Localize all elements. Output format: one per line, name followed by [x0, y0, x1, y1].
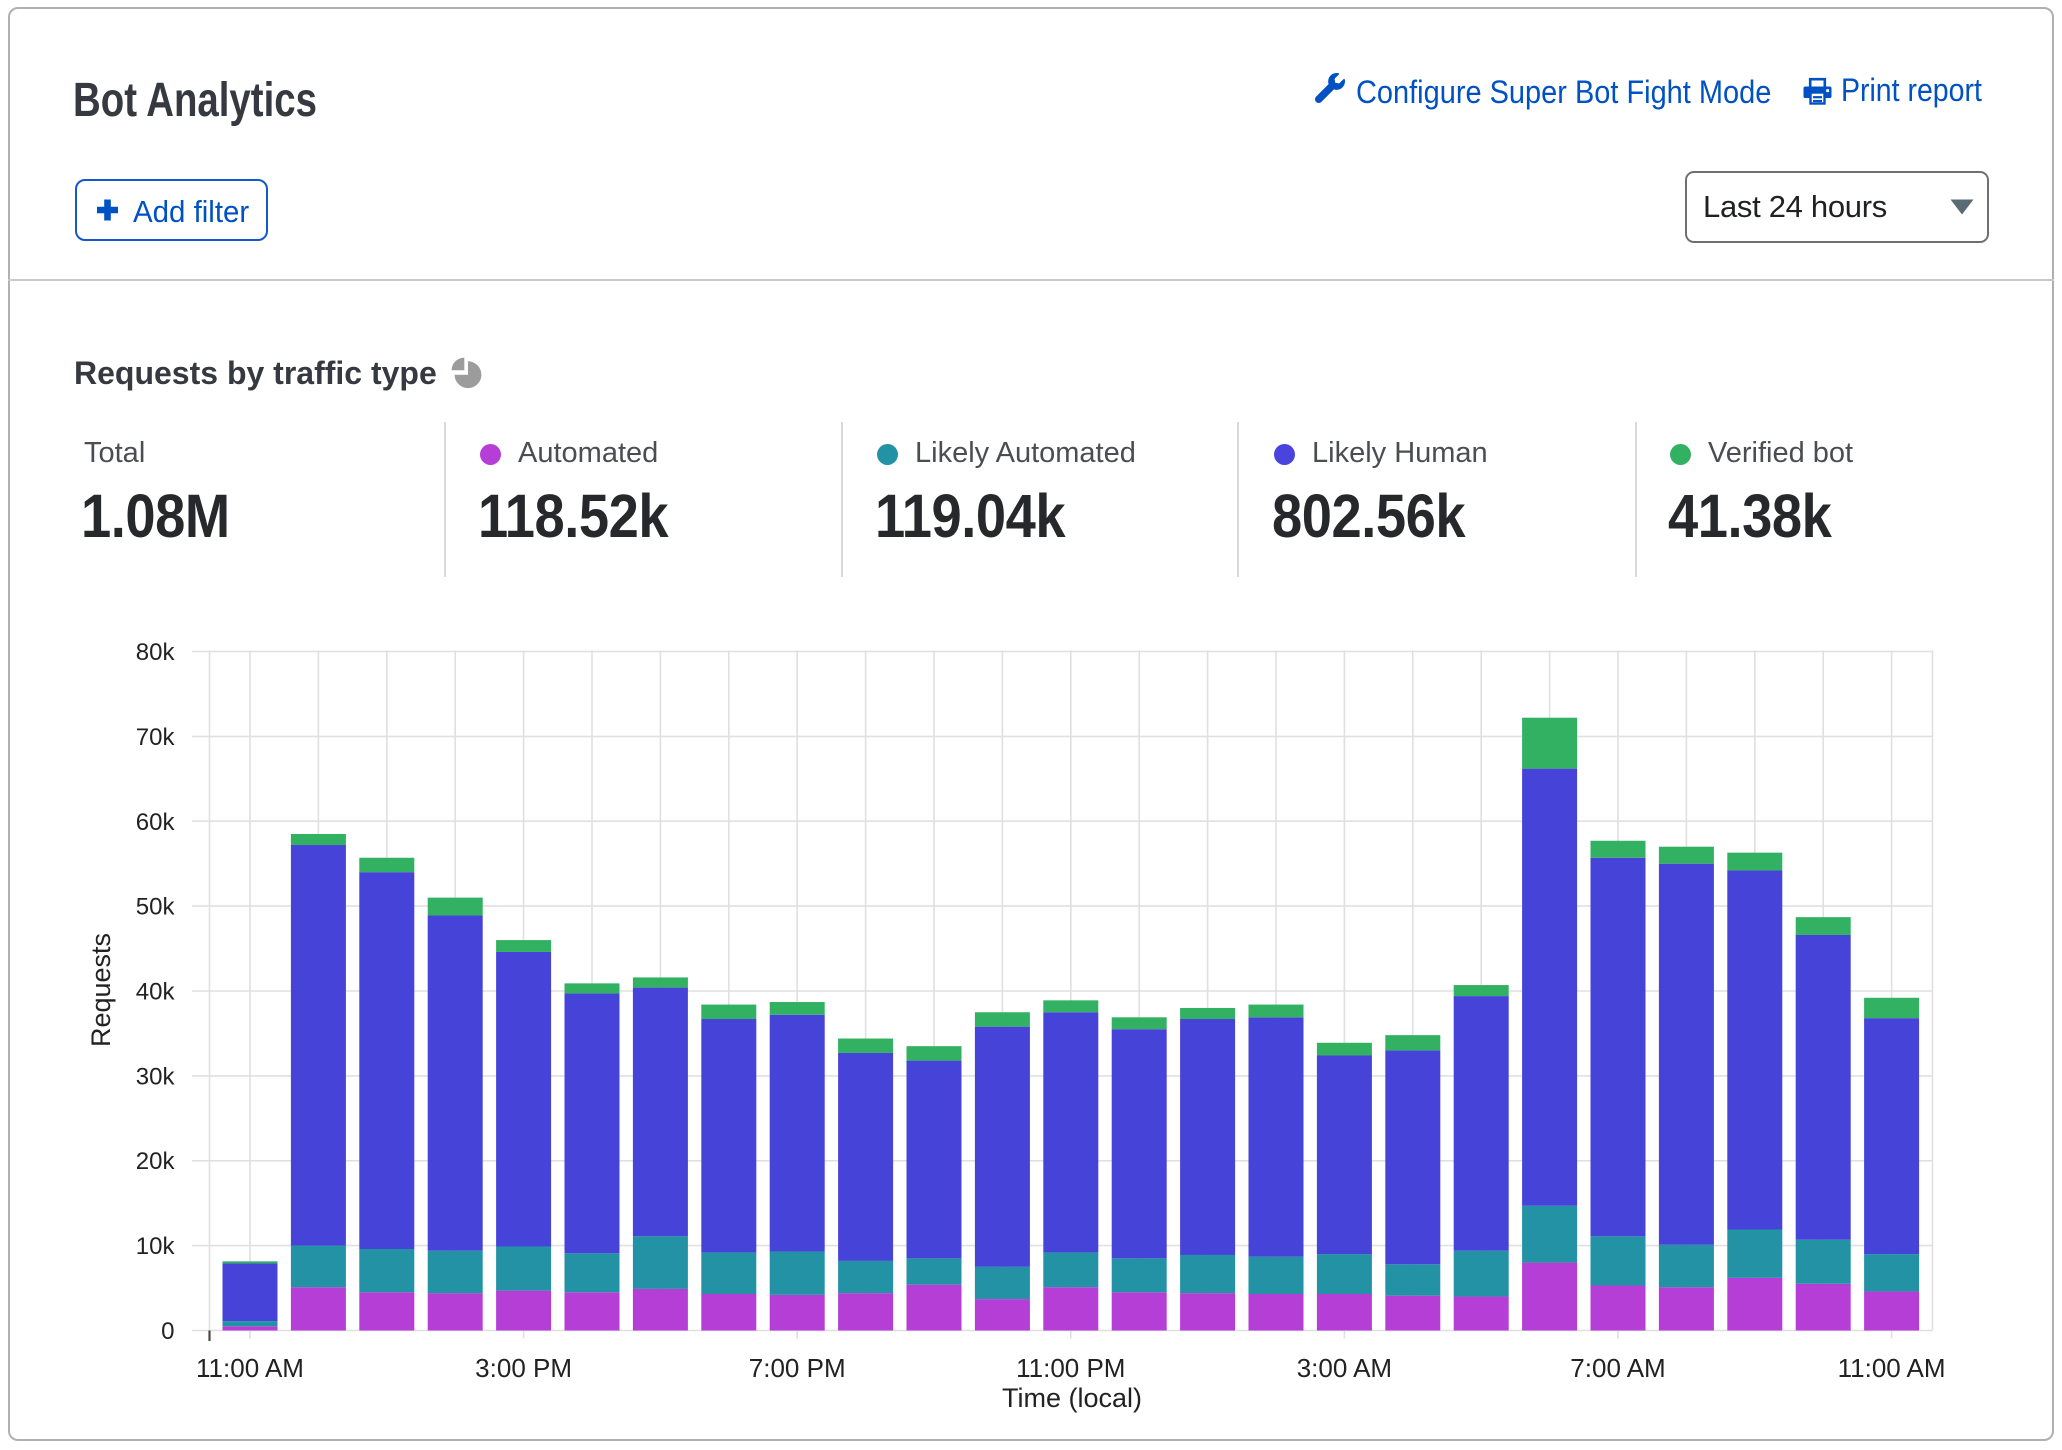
svg-text:Requests: Requests	[86, 933, 116, 1047]
svg-text:3:00 PM: 3:00 PM	[475, 1353, 572, 1383]
svg-text:60k: 60k	[136, 809, 176, 836]
svg-text:3:00 AM: 3:00 AM	[1297, 1353, 1392, 1383]
svg-text:7:00 AM: 7:00 AM	[1570, 1353, 1665, 1383]
svg-text:0: 0	[161, 1318, 174, 1345]
svg-text:70k: 70k	[136, 724, 176, 751]
svg-text:7:00 PM: 7:00 PM	[749, 1353, 846, 1383]
svg-text:80k: 80k	[136, 639, 176, 666]
svg-text:20k: 20k	[136, 1148, 176, 1175]
svg-text:10k: 10k	[136, 1233, 176, 1260]
svg-text:11:00 AM: 11:00 AM	[196, 1353, 304, 1383]
svg-text:30k: 30k	[136, 1063, 176, 1090]
svg-text:11:00 PM: 11:00 PM	[1016, 1353, 1125, 1383]
svg-text:40k: 40k	[136, 979, 176, 1006]
svg-text:11:00 AM: 11:00 AM	[1838, 1353, 1946, 1383]
svg-text:Time (local): Time (local)	[1002, 1383, 1142, 1413]
svg-text:50k: 50k	[136, 894, 176, 921]
